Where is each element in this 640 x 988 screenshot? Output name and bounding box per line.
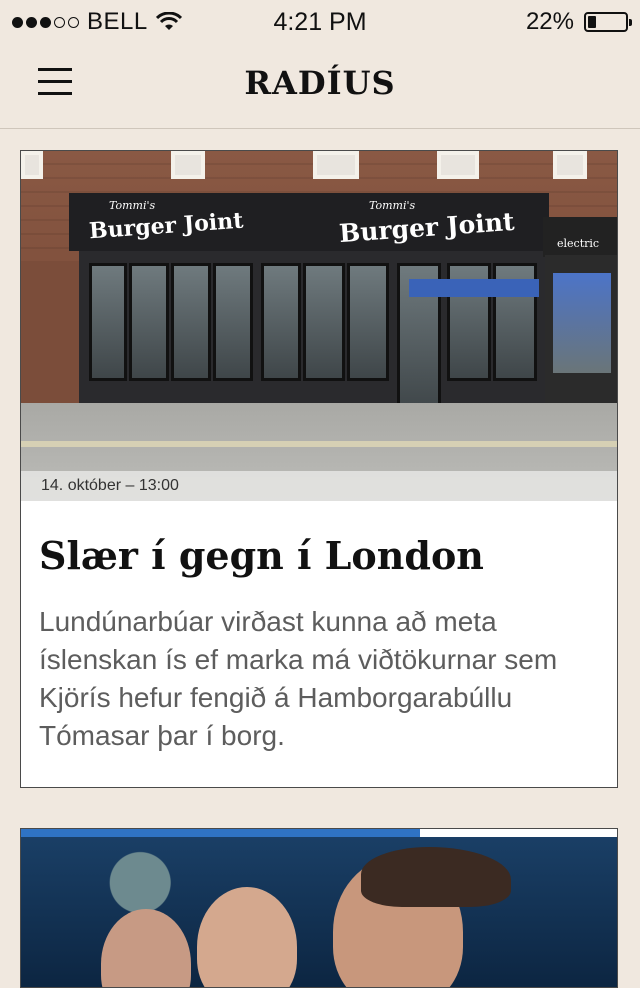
- battery-percent: 22%: [525, 8, 574, 35]
- side-sign-text: electric: [557, 237, 600, 250]
- sign-small-text: Tommi's: [369, 199, 416, 212]
- date-strip: 14. október – 13:00: [21, 471, 617, 501]
- sign-text: Burger Joint: [338, 206, 516, 249]
- player-figure: [101, 909, 191, 987]
- sign-text: Burger Joint: [88, 207, 245, 245]
- upper-window: [171, 151, 205, 179]
- upper-window: [437, 151, 479, 179]
- curb: [21, 441, 617, 447]
- article-date: 14. október – 13:00: [41, 477, 179, 494]
- article-summary: Lundúnarbúar virðast kunna að meta íslen…: [39, 606, 558, 751]
- battery-icon: [584, 12, 632, 32]
- awning: [409, 279, 539, 297]
- loading-progress-bar: [21, 829, 420, 837]
- nav-bar: RADÍUS: [0, 44, 640, 129]
- status-right: 22%: [525, 8, 632, 36]
- shop-window: [303, 263, 345, 381]
- shop-window: [129, 263, 169, 381]
- article-card[interactable]: Tommi's Burger Joint Tommi's Burger Join…: [20, 150, 618, 788]
- player-hair: [361, 847, 511, 907]
- shop-sign: Tommi's Burger Joint Tommi's Burger Join…: [69, 193, 549, 251]
- shop-window: [347, 263, 389, 381]
- sign-small-text: Tommi's: [109, 199, 156, 212]
- side-shop: [545, 255, 617, 409]
- shop-window: [89, 263, 127, 381]
- shop-window: [213, 263, 253, 381]
- app-title: RADÍUS: [244, 64, 396, 102]
- corner-wall: [21, 261, 79, 421]
- side-shop-sign: electric: [543, 217, 617, 257]
- article-title[interactable]: Slær í gegn í London: [39, 533, 599, 578]
- shop-window: [171, 263, 211, 381]
- store-front: [79, 251, 545, 419]
- upper-window: [313, 151, 359, 179]
- upper-window: [553, 151, 587, 179]
- article-card[interactable]: [20, 828, 618, 988]
- status-bar: BELL 4:21 PM 22%: [0, 0, 640, 44]
- battery-level: [588, 16, 596, 28]
- article-image[interactable]: [21, 837, 617, 987]
- article-image[interactable]: Tommi's Burger Joint Tommi's Burger Join…: [21, 151, 617, 501]
- upper-window: [21, 151, 43, 179]
- shop-window: [261, 263, 301, 381]
- player-figure: [197, 887, 297, 987]
